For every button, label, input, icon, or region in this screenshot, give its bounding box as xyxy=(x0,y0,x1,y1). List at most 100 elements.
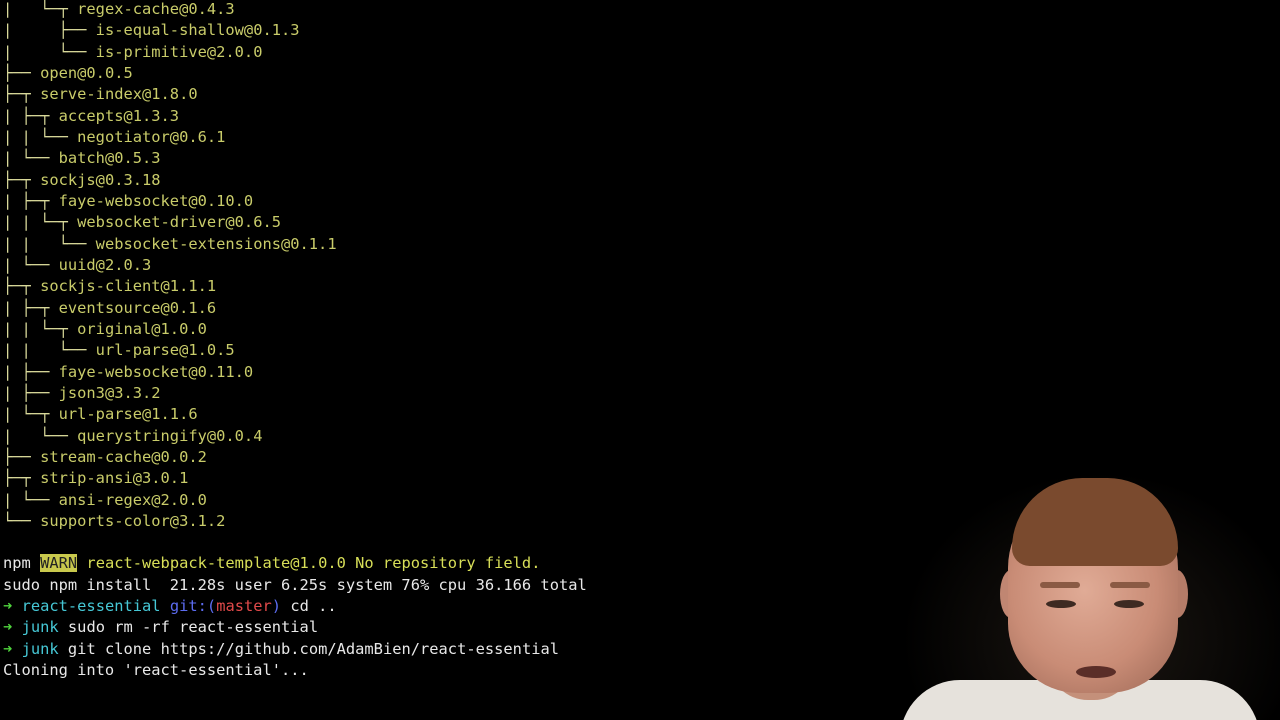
presenter-mouth xyxy=(1076,666,1116,678)
tree-row: | └── batch@0.5.3 xyxy=(3,148,161,169)
tree-row: ├─┬ sockjs@0.3.18 xyxy=(3,170,161,191)
tree-row: | └── is-primitive@2.0.0 xyxy=(3,42,262,63)
package-name: websocket-extensions@0.1.1 xyxy=(95,234,337,253)
package-name: url-parse@1.1.6 xyxy=(58,405,198,424)
tree-guide: | ├── xyxy=(3,383,59,402)
package-name: is-equal-shallow@0.1.3 xyxy=(95,21,300,40)
prompt-arrow-icon: ➜ xyxy=(3,640,13,658)
tree-row: | └─┬ url-parse@1.1.6 xyxy=(3,404,198,425)
package-name: is-primitive@2.0.0 xyxy=(95,42,263,61)
tree-guide: ├─┬ xyxy=(3,277,41,296)
package-name: stream-cache@0.0.2 xyxy=(40,447,207,466)
tree-row: | └─┬ regex-cache@0.4.3 xyxy=(3,0,235,20)
tree-row: | └── uuid@2.0.3 xyxy=(3,255,151,276)
package-name: negotiator@0.6.1 xyxy=(77,127,226,146)
package-name: regex-cache@0.4.3 xyxy=(77,0,235,18)
presenter-eyebrow xyxy=(1110,582,1150,588)
tree-row: ├── stream-cache@0.0.2 xyxy=(3,447,207,468)
tree-row: ├── open@0.0.5 xyxy=(3,63,133,84)
tree-guide: | └── xyxy=(3,149,59,168)
tree-row: | └── ansi-regex@2.0.0 xyxy=(3,490,207,511)
presenter-eye xyxy=(1114,600,1144,608)
tree-row: | | └── negotiator@0.6.1 xyxy=(3,127,225,148)
tree-row: └── supports-color@3.1.2 xyxy=(3,511,225,532)
package-name: json3@3.3.2 xyxy=(58,383,161,402)
tree-row: | | └─┬ websocket-driver@0.6.5 xyxy=(3,212,281,233)
git-branch: master xyxy=(216,597,272,615)
clone-output-line: Cloning into 'react-essential'... xyxy=(3,661,309,679)
prompt-line-clone: ➜ junk git clone https://github.com/Adam… xyxy=(3,639,559,660)
prompt-arrow-icon: ➜ xyxy=(3,597,13,615)
git-label-close: ) xyxy=(271,597,282,615)
package-name: open@0.0.5 xyxy=(40,63,133,82)
prompt-command: cd .. xyxy=(281,597,337,615)
tree-row: | | └── url-parse@1.0.5 xyxy=(3,340,235,361)
prompt-dir: junk xyxy=(21,618,59,636)
tree-guide: └── xyxy=(3,511,41,530)
tree-row: | └── querystringify@0.0.4 xyxy=(3,426,262,447)
tree-guide: | └── xyxy=(3,255,59,274)
tree-guide: | ├─┬ xyxy=(3,191,59,210)
tree-row: | ├─┬ accepts@1.3.3 xyxy=(3,106,179,127)
package-name: supports-color@3.1.2 xyxy=(40,511,226,530)
package-name: eventsource@0.1.6 xyxy=(58,298,217,317)
tree-row: | ├─┬ eventsource@0.1.6 xyxy=(3,298,216,319)
warn-message: react-webpack-template@1.0.0 No reposito… xyxy=(77,554,541,572)
tree-guide: | | └── xyxy=(3,127,78,146)
tree-row: | ├─┬ faye-websocket@0.10.0 xyxy=(3,191,253,212)
git-label: git:( xyxy=(169,597,217,615)
presenter-eye xyxy=(1046,600,1076,608)
tree-row: | | └── websocket-extensions@0.1.1 xyxy=(3,234,337,255)
timing-line: sudo npm install 21.28s user 6.25s syste… xyxy=(3,576,587,594)
package-name: serve-index@1.8.0 xyxy=(40,85,198,104)
tree-guide: | ├── xyxy=(3,362,59,381)
package-name: sockjs-client@1.1.1 xyxy=(40,277,217,296)
tree-guide: ├─┬ xyxy=(3,469,41,488)
package-name: strip-ansi@3.0.1 xyxy=(40,469,189,488)
tree-guide: | └── xyxy=(3,426,78,445)
tree-guide: | └── xyxy=(3,42,96,61)
tree-row: ├─┬ sockjs-client@1.1.1 xyxy=(3,276,216,297)
tree-guide: | | └─┬ xyxy=(3,213,78,232)
warn-badge: WARN xyxy=(40,554,78,572)
package-name: ansi-regex@2.0.0 xyxy=(58,490,207,509)
package-name: accepts@1.3.3 xyxy=(58,106,180,125)
tree-row: | | └─┬ original@1.0.0 xyxy=(3,319,207,340)
package-name: websocket-driver@0.6.5 xyxy=(77,213,281,232)
tree-guide: | | └── xyxy=(3,341,96,360)
package-name: original@1.0.0 xyxy=(77,319,207,338)
package-name: faye-websocket@0.10.0 xyxy=(58,191,254,210)
tree-guide: | ├─┬ xyxy=(3,298,59,317)
tree-guide: | ├── xyxy=(3,21,96,40)
tree-guide: | └─┬ xyxy=(3,0,78,18)
tree-row: | ├── json3@3.3.2 xyxy=(3,383,161,404)
npm-label: npm xyxy=(3,554,41,572)
prompt-line-rm: ➜ junk sudo rm -rf react-essential xyxy=(3,617,318,638)
prompt-dir: react-essential xyxy=(21,597,161,615)
webcam-overlay xyxy=(900,470,1280,720)
package-name: url-parse@1.0.5 xyxy=(95,341,235,360)
npm-warn-line: npm WARN react-webpack-template@1.0.0 No… xyxy=(3,553,540,574)
tree-guide: | ├─┬ xyxy=(3,106,59,125)
tree-guide: | └── xyxy=(3,490,59,509)
presenter-eyebrow xyxy=(1040,582,1080,588)
package-name: querystringify@0.0.4 xyxy=(77,426,263,445)
prompt-command: git clone https://github.com/AdamBien/re… xyxy=(58,640,560,658)
tree-row: | ├── is-equal-shallow@0.1.3 xyxy=(3,20,300,41)
package-name: sockjs@0.3.18 xyxy=(40,170,161,189)
tree-guide: ├── xyxy=(3,63,41,82)
prompt-command: sudo rm -rf react-essential xyxy=(58,618,319,636)
tree-guide: ├── xyxy=(3,447,41,466)
tree-guide: | | └── xyxy=(3,234,96,253)
tree-guide: | └─┬ xyxy=(3,405,59,424)
package-name: uuid@2.0.3 xyxy=(58,255,152,274)
prompt-arrow-icon: ➜ xyxy=(3,618,13,636)
tree-guide: ├─┬ xyxy=(3,170,41,189)
prompt-line-cd: ➜ react-essential git:(master) cd .. xyxy=(3,596,337,617)
tree-row: ├─┬ strip-ansi@3.0.1 xyxy=(3,468,188,489)
tree-guide: | | └─┬ xyxy=(3,319,78,338)
tree-row: ├─┬ serve-index@1.8.0 xyxy=(3,84,198,105)
package-name: faye-websocket@0.11.0 xyxy=(58,362,254,381)
package-name: batch@0.5.3 xyxy=(58,149,161,168)
tree-row: | ├── faye-websocket@0.11.0 xyxy=(3,362,253,383)
